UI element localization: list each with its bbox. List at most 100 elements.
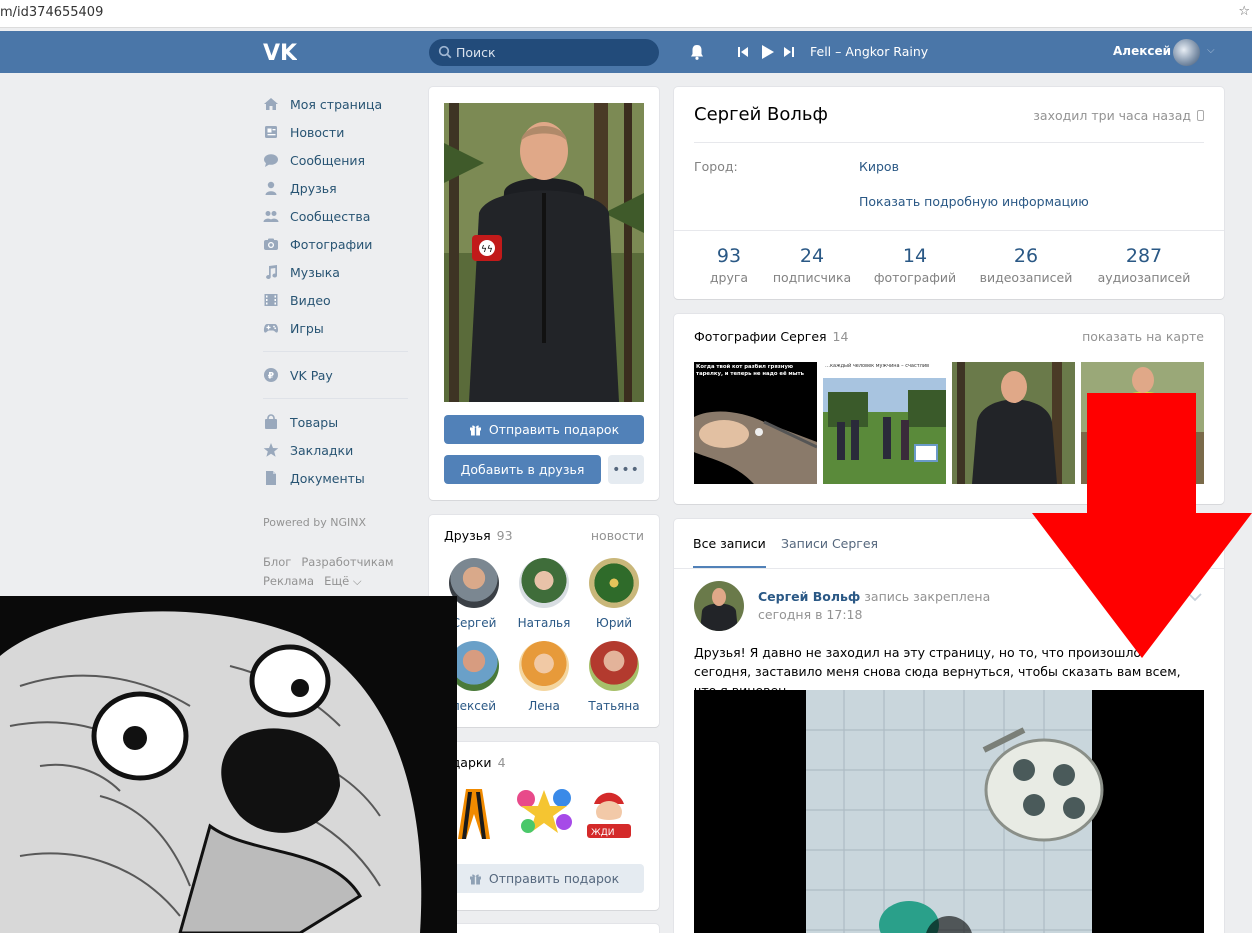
star-icon	[263, 442, 279, 458]
friend-avatar	[519, 641, 569, 691]
counter-label: фотографий	[873, 270, 957, 285]
bell-icon[interactable]	[688, 43, 706, 61]
photo-thumb[interactable]: …каждый человек мужчина – счастлив	[823, 362, 946, 484]
sidebar-item-my-page[interactable]: Моя страница	[263, 90, 413, 118]
send-gift-button[interactable]: Отправить подарок	[444, 415, 644, 444]
play-icon[interactable]	[760, 44, 775, 60]
next-track-icon[interactable]	[783, 44, 795, 60]
friend-name: Наталья	[517, 616, 571, 630]
divider	[694, 142, 1204, 143]
friends-count: 93	[496, 528, 513, 543]
sidebar-item-news[interactable]: Новости	[263, 118, 413, 146]
friend-avatar	[589, 558, 639, 608]
friend-item[interactable]: Юрий	[579, 558, 649, 630]
sidebar-item-label: Закладки	[290, 442, 354, 458]
post-timestamp[interactable]: сегодня в 17:18	[758, 607, 862, 622]
svg-text:₽: ₽	[268, 372, 274, 382]
counter-audio[interactable]: 287 аудиозаписей	[1094, 245, 1194, 285]
sidebar-item-label: Сообщения	[290, 152, 366, 168]
sidebar-item-video[interactable]: Видео	[263, 286, 413, 314]
search-icon	[438, 45, 452, 59]
sidebar-item-vkpay[interactable]: ₽ VK Pay	[263, 361, 413, 389]
browser-address-bar[interactable]: m/id374655409 ☆	[0, 0, 1252, 28]
post-video[interactable]	[694, 690, 1204, 933]
user-avatar[interactable]	[1173, 39, 1200, 66]
photo-caption: Когда твой кот разбил грязную тарелку, и…	[696, 364, 804, 377]
sidebar-item-groups[interactable]: Сообщества	[263, 202, 413, 230]
gift-santa-icon[interactable]: ЖДИ	[579, 784, 639, 844]
vk-logo-icon[interactable]: VK	[263, 41, 297, 63]
sidebar-item-label: Музыка	[290, 264, 340, 280]
friends-block: Друзья 93 новости Сергей Наталья Юрий лек…	[429, 515, 659, 727]
menu-divider	[263, 398, 408, 399]
photo-thumb[interactable]: Когда твой кот разбил грязную тарелку, и…	[694, 362, 817, 484]
friend-item[interactable]: Лена	[509, 641, 579, 713]
sidebar-item-music[interactable]: Музыка	[263, 258, 413, 286]
friend-avatar	[589, 641, 639, 691]
show-on-map-link[interactable]: показать на карте	[1082, 329, 1204, 344]
powered-by: Powered by NGINX	[263, 516, 367, 529]
divider	[674, 230, 1224, 231]
post-author-name[interactable]: Сергей Вольф	[758, 589, 860, 604]
url-text[interactable]: m/id374655409	[0, 5, 103, 20]
counter-followers[interactable]: 24 подписчика	[771, 245, 853, 285]
counter-photos[interactable]: 14 фотографий	[871, 245, 959, 285]
friend-item[interactable]: Татьяна	[579, 641, 649, 713]
add-friend-button[interactable]: Добавить в друзья	[444, 455, 601, 484]
sidebar-item-documents[interactable]: Документы	[263, 464, 413, 492]
chevron-down-icon[interactable]: ⌵	[1207, 45, 1215, 56]
gift-star-balloons-icon[interactable]	[514, 784, 574, 844]
city-label: Город:	[694, 159, 738, 174]
sidebar-item-label: Видео	[290, 292, 331, 308]
send-gift-secondary-button[interactable]: Отправить подарок	[444, 864, 644, 893]
last-seen-status: заходил три часа назад	[1033, 108, 1204, 123]
svg-text:VK: VK	[263, 41, 297, 63]
sidebar-item-label: Игры	[290, 320, 324, 336]
post-header: Сергей Вольф запись закреплена	[758, 589, 990, 604]
games-icon	[263, 320, 279, 336]
profile-photo-block: ϟϟ Отправить подарок Добавить в друзья •…	[429, 87, 659, 500]
show-details-link[interactable]: Показать подробную информацию	[859, 194, 1089, 209]
current-track[interactable]: Fell – Angkor Rainy	[810, 44, 928, 59]
previous-track-icon[interactable]	[737, 44, 749, 60]
sidebar-item-games[interactable]: Игры	[263, 314, 413, 342]
footer-link-dev[interactable]: Разработчикам	[301, 555, 393, 569]
footer-link-blog[interactable]: Блог	[263, 555, 291, 569]
sidebar-item-label: Друзья	[290, 180, 337, 196]
counter-value: 24	[799, 245, 825, 267]
groups-icon	[263, 208, 279, 224]
sidebar-item-goods[interactable]: Товары	[263, 408, 413, 436]
city-value[interactable]: Киров	[859, 159, 899, 174]
news-icon	[263, 124, 279, 140]
post-pinned-label: запись закреплена	[864, 589, 991, 604]
photos-header[interactable]: Фотографии Сергея 14	[694, 329, 848, 344]
footer-link-more[interactable]: Ещё ⌵	[324, 574, 362, 588]
sidebar-item-messages[interactable]: Сообщения	[263, 146, 413, 174]
friend-item[interactable]: Наталья	[509, 558, 579, 630]
counter-label: друга	[709, 270, 749, 285]
friends-icon	[263, 180, 279, 196]
counter-videos[interactable]: 26 видеозаписей	[976, 245, 1076, 285]
footer-link-ads[interactable]: Реклама	[263, 574, 314, 588]
sidebar-item-label: VK Pay	[290, 367, 333, 383]
post-author-avatar[interactable]	[694, 581, 744, 631]
bag-icon	[263, 414, 279, 430]
tab-owner-posts[interactable]: Записи Сергея	[781, 536, 878, 551]
friends-news-link[interactable]: новости	[591, 528, 644, 543]
profile-photo[interactable]: ϟϟ	[444, 103, 644, 402]
counter-value: 26	[1013, 245, 1039, 267]
bookmark-star-icon[interactable]: ☆	[1238, 4, 1250, 19]
user-name[interactable]: Алексей	[1113, 44, 1171, 58]
counter-label: аудиозаписей	[1097, 270, 1191, 285]
sidebar-item-photos[interactable]: Фотографии	[263, 230, 413, 258]
tab-all-posts[interactable]: Все записи	[693, 536, 766, 568]
sidebar-item-friends[interactable]: Друзья	[263, 174, 413, 202]
counter-friends[interactable]: 93 друга	[694, 245, 764, 285]
more-actions-button[interactable]: •••	[608, 455, 644, 484]
friends-header[interactable]: Друзья 93	[444, 528, 513, 543]
counter-value: 287	[1125, 245, 1163, 267]
sidebar-item-label: Моя страница	[290, 96, 383, 112]
sidebar-item-bookmarks[interactable]: Закладки	[263, 436, 413, 464]
search-input[interactable]: Поиск	[429, 39, 659, 66]
svg-text:ϟϟ: ϟϟ	[481, 245, 493, 255]
